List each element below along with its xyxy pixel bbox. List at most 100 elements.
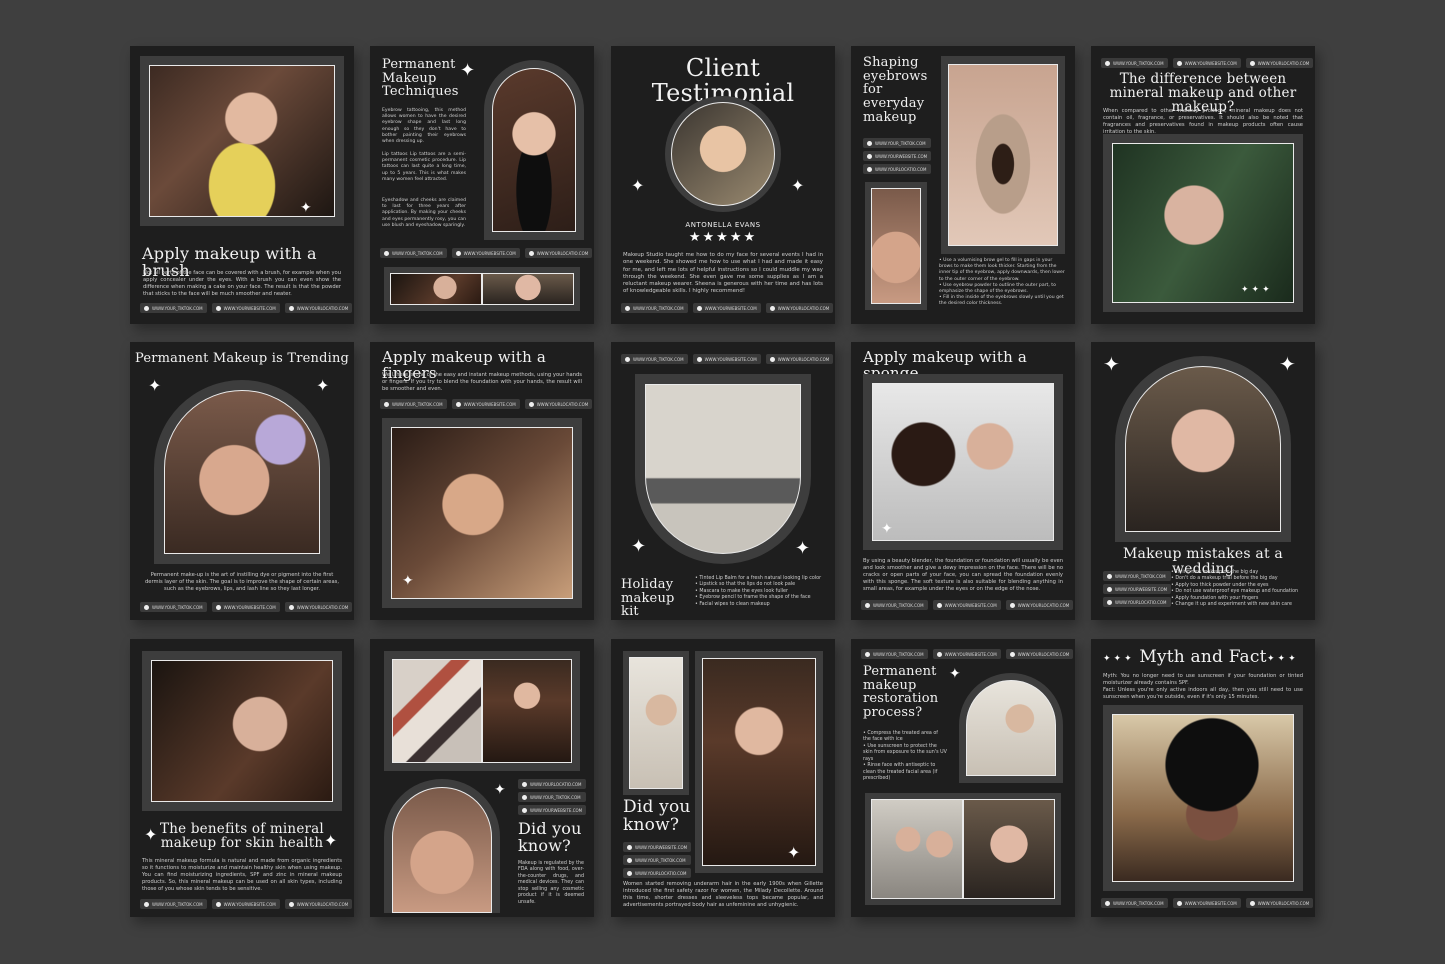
photo-eyebrow-brush [871, 188, 921, 304]
website-link[interactable]: WWW.YOURWEBSITE.COM [1172, 898, 1241, 908]
photo-brush [149, 65, 335, 217]
website-link[interactable]: WWW.YOURWEBSITE.COM [211, 303, 280, 313]
step-item: Use sunscreen to protect the skin from e… [863, 744, 947, 763]
sparkle-icon: ✦ [494, 782, 506, 798]
website-link[interactable]: WWW.YOURWEBSITE.COM [623, 842, 692, 852]
card-did-you-know-razor[interactable]: ✦ Did you know? WWW.YOURWEBSITE.COM WWW.… [611, 639, 835, 917]
location-link[interactable]: WWW.YOURLOCATIO.COM [284, 303, 353, 313]
tiktok-icon [627, 857, 632, 863]
location-link[interactable]: WWW.YOURLOCATIO.COM [765, 303, 834, 313]
card-title: Shaping eyebrows for everyday makeup [863, 55, 928, 125]
website-link[interactable]: WWW.YOURWEBSITE.COM [863, 151, 932, 161]
social-bar: WWW.YOURLOCATIO.COM WWW.YOUR_TIKTOK.COM … [518, 779, 587, 815]
social-bar: WWW.YOUR_TIKTOK.COM WWW.YOURWEBSITE.COM … [140, 602, 353, 612]
location-link[interactable]: WWW.YOURLOCATIO.COM [1245, 898, 1314, 908]
tiktok-link[interactable]: WWW.YOUR_TIKTOK.COM [1101, 898, 1168, 908]
location-link[interactable]: WWW.YOURLOCATIO.COM [623, 868, 692, 878]
photo-curly-hair [1112, 714, 1294, 882]
globe-icon [867, 153, 872, 159]
tiktok-link[interactable]: WWW.YOUR_TIKTOK.COM [623, 855, 692, 865]
paragraph-eyebrow: Eyebrow tattooing, this method allows wo… [382, 108, 466, 144]
card-testimonial[interactable]: Client Testimonial ✦ ✦ ANTONELLA EVANS ★… [611, 46, 835, 324]
location-link[interactable]: WWW.YOURLOCATIO.COM [1245, 58, 1314, 68]
social-bar: WWW.YOUR_TIKTOK.COM WWW.YOURWEBSITE.COM … [1103, 571, 1172, 607]
card-apply-brush[interactable]: ✦ Apply makeup with a brush Not all part… [130, 46, 354, 324]
rating-stars: ★★★★★ [688, 230, 758, 245]
globe-icon [696, 356, 702, 362]
tiktok-link[interactable]: WWW.YOUR_TIKTOK.COM [621, 354, 688, 364]
photo-artist [151, 660, 333, 802]
location-link[interactable]: WWW.YOURLOCATIO.COM [1005, 600, 1074, 610]
tiktok-link[interactable]: WWW.YOUR_TIKTOK.COM [1101, 58, 1168, 68]
tiktok-link[interactable]: WWW.YOUR_TIKTOK.COM [1103, 571, 1172, 581]
globe-icon [627, 844, 632, 850]
card-title: Holiday makeup kit [621, 577, 675, 620]
pin-icon [1249, 60, 1255, 66]
tiktok-link[interactable]: WWW.YOUR_TIKTOK.COM [140, 602, 207, 612]
location-link[interactable]: WWW.YOURLOCATIO.COM [524, 248, 593, 258]
location-link[interactable]: WWW.YOURLOCATIO.COM [1005, 649, 1074, 659]
website-link[interactable]: WWW.YOURWEBSITE.COM [932, 600, 1001, 610]
website-link[interactable]: WWW.YOURWEBSITE.COM [1103, 584, 1172, 594]
photo-long-hair [702, 658, 816, 866]
tiktok-icon [144, 901, 149, 907]
tiktok-link[interactable]: WWW.YOUR_TIKTOK.COM [380, 399, 447, 409]
photo-eye [948, 64, 1058, 246]
card-holiday-kit[interactable]: WWW.YOUR_TIKTOK.COM WWW.YOURWEBSITE.COM … [611, 342, 835, 620]
card-title: The benefits of mineral makeup for skin … [160, 821, 324, 852]
card-wedding-mistakes[interactable]: ✦ ✦ Makeup mistakes at a wedding WWW.YOU… [1091, 342, 1315, 620]
website-link[interactable]: WWW.YOURWEBSITE.COM [1172, 58, 1241, 68]
website-link[interactable]: WWW.YOURWEBSITE.COM [451, 399, 520, 409]
tiktok-link[interactable]: WWW.YOUR_TIKTOK.COM [140, 899, 207, 909]
mistake-item: Do not use waterproof eye makeup and fou… [1171, 589, 1311, 595]
location-link[interactable]: WWW.YOURLOCATIO.COM [284, 899, 353, 909]
tiktok-link[interactable]: WWW.YOUR_TIKTOK.COM [621, 303, 688, 313]
card-title: Permanent makeup restoration process? [863, 664, 939, 720]
sparkle-icon: ✦ [300, 200, 312, 216]
photo-bride [1125, 366, 1281, 532]
card-trending[interactable]: Permanent Makeup is Trending ✦ ✦ Permane… [130, 342, 354, 620]
location-link[interactable]: WWW.YOURLOCATIO.COM [518, 779, 587, 789]
card-mineral-difference[interactable]: WWW.YOUR_TIKTOK.COM WWW.YOURWEBSITE.COM … [1091, 46, 1315, 324]
card-apply-fingers[interactable]: Apply makeup with a fingers Well, here i… [370, 342, 594, 620]
tiktok-link[interactable]: WWW.YOUR_TIKTOK.COM [861, 649, 928, 659]
tiktok-link[interactable]: WWW.YOUR_TIKTOK.COM [380, 248, 447, 258]
location-link[interactable]: WWW.YOURLOCATIO.COM [863, 164, 932, 174]
card-body: Well, here is one of the easy and instan… [382, 372, 582, 393]
globe-icon [1176, 60, 1182, 66]
card-title: Did you know? [518, 819, 582, 855]
card-apply-sponge[interactable]: Apply makeup with a sponge ✦ By using a … [851, 342, 1075, 620]
location-link[interactable]: WWW.YOURLOCATIO.COM [524, 399, 593, 409]
sparkle-icon: ✦ [881, 521, 893, 537]
tiktok-link[interactable]: WWW.YOUR_TIKTOK.COM [863, 138, 932, 148]
location-link[interactable]: WWW.YOURLOCATIO.COM [284, 602, 353, 612]
tiktok-icon [144, 604, 149, 610]
card-restoration[interactable]: WWW.YOUR_TIKTOK.COM WWW.YOURWEBSITE.COM … [851, 639, 1075, 917]
website-link[interactable]: WWW.YOURWEBSITE.COM [518, 805, 587, 815]
pin-icon [1009, 602, 1015, 608]
social-bar: WWW.YOUR_TIKTOK.COM WWW.YOURWEBSITE.COM … [380, 248, 593, 258]
card-did-you-know-fda[interactable]: ✦ WWW.YOURLOCATIO.COM WWW.YOUR_TIKTOK.CO… [370, 639, 594, 917]
website-link[interactable]: WWW.YOURWEBSITE.COM [211, 899, 280, 909]
card-mineral-benefits[interactable]: ✦ ✦ The benefits of mineral makeup for s… [130, 639, 354, 917]
website-link[interactable]: WWW.YOURWEBSITE.COM [692, 303, 761, 313]
card-body: Not all parts of the face can be covered… [143, 270, 341, 298]
photo-studio-2 [963, 799, 1055, 899]
location-link[interactable]: WWW.YOURLOCATIO.COM [765, 354, 834, 364]
sparkle-icon: ✦ [316, 376, 330, 395]
card-myth-fact[interactable]: ✦✦✦ ✦✦✦ Myth and Fact Myth: You no longe… [1091, 639, 1315, 917]
card-techniques[interactable]: Permanent Makeup Techniques ✦ Eyebrow ta… [370, 46, 594, 324]
website-link[interactable]: WWW.YOURWEBSITE.COM [692, 354, 761, 364]
location-link[interactable]: WWW.YOURLOCATIO.COM [1103, 597, 1172, 607]
globe-icon [1107, 586, 1112, 592]
card-eyebrows[interactable]: Shaping eyebrows for everyday makeup WWW… [851, 46, 1075, 324]
website-link[interactable]: WWW.YOURWEBSITE.COM [451, 248, 520, 258]
tiktok-link[interactable]: WWW.YOUR_TIKTOK.COM [518, 792, 587, 802]
website-link[interactable]: WWW.YOURWEBSITE.COM [932, 649, 1001, 659]
tiktok-link[interactable]: WWW.YOUR_TIKTOK.COM [861, 600, 928, 610]
sparkle-icon: ✦ [631, 536, 647, 557]
website-link[interactable]: WWW.YOURWEBSITE.COM [211, 602, 280, 612]
tiktok-link[interactable]: WWW.YOUR_TIKTOK.COM [140, 303, 207, 313]
photo-products [482, 659, 572, 763]
photo-tattoo [164, 390, 320, 554]
